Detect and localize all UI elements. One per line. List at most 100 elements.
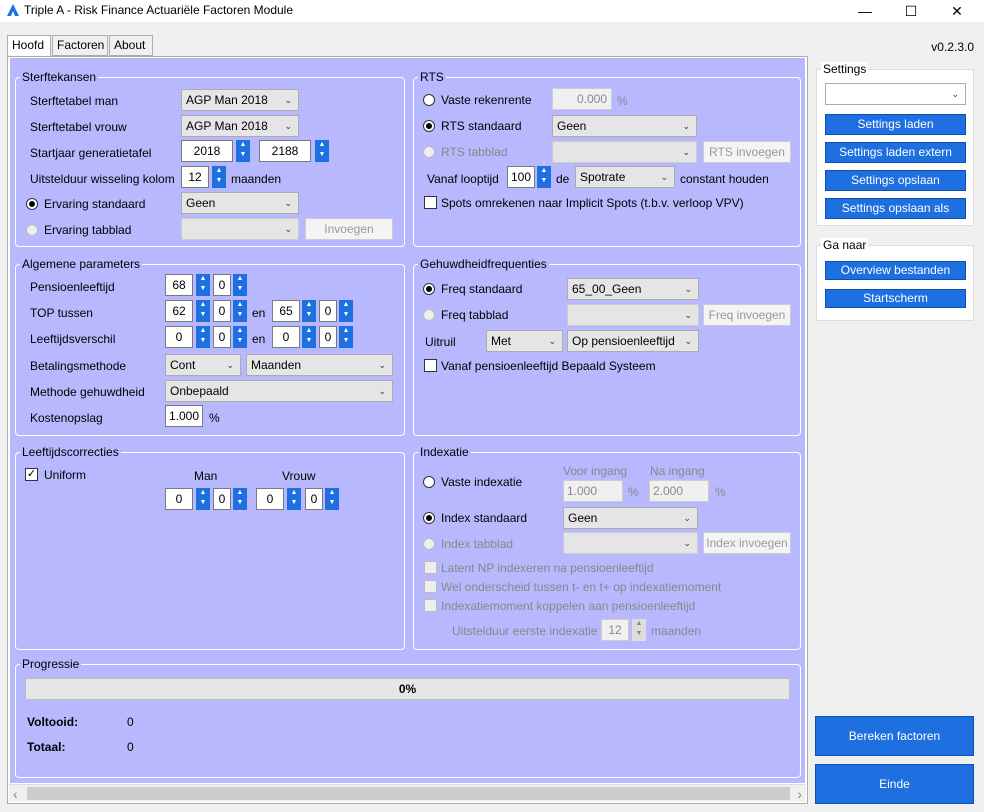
top-jaar2-input[interactable]: 65 <box>272 300 300 322</box>
uitruil-moment-select[interactable]: Op pensioenleeftijd ⌄ <box>567 330 699 352</box>
rts-standaard-select[interactable]: Geen ⌄ <box>552 115 697 137</box>
sterftetabel-man-select[interactable]: AGP Man 2018 ⌄ <box>181 89 299 111</box>
percent-label: % <box>617 94 628 108</box>
betalingsfrequentie-select[interactable]: Maanden ⌄ <box>246 354 393 376</box>
top-jaar1-spinner[interactable]: ▲ ▼ <box>196 300 210 322</box>
koppelen-checkbox[interactable] <box>424 599 437 612</box>
freq-invoegen-button[interactable]: Freq invoegen <box>703 304 791 326</box>
tab-factoren[interactable]: Factoren <box>52 35 108 56</box>
correctie-vrouw-maand-spinner[interactable]: ▲ ▼ <box>325 488 339 510</box>
verschil-jaar1-spinner[interactable]: ▲ ▼ <box>196 326 210 348</box>
tab-about[interactable]: About <box>109 35 153 56</box>
ervaring-standaard-radio[interactable] <box>26 198 38 210</box>
scroll-left-icon[interactable]: ‹ <box>13 786 18 802</box>
verschil-jaar2-input[interactable]: 0 <box>272 326 300 348</box>
close-button[interactable]: ✕ <box>934 0 980 22</box>
startjaar-from-input[interactable]: 2018 <box>181 140 233 162</box>
overview-bestanden-button[interactable]: Overview bestanden <box>825 261 966 280</box>
verschil-maand2-spinner[interactable]: ▲ ▼ <box>339 326 353 348</box>
settings-opslaan-als-button[interactable]: Settings opslaan als <box>825 198 966 219</box>
verschil-maand1-spinner[interactable]: ▲ ▼ <box>233 326 247 348</box>
rts-standaard-radio[interactable] <box>423 120 435 132</box>
top-maand1-spinner[interactable]: ▲ ▼ <box>233 300 247 322</box>
top-jaar2-spinner[interactable]: ▲ ▼ <box>302 300 316 322</box>
minimize-button[interactable]: — <box>842 0 888 22</box>
index-standaard-radio[interactable] <box>423 512 435 524</box>
vaste-rekenrente-radio[interactable] <box>423 94 435 106</box>
top-jaar1-input[interactable]: 62 <box>165 300 193 322</box>
uitstelduur-indexatie-input[interactable]: 12 <box>601 619 629 641</box>
chevron-down-icon: ⌄ <box>682 121 690 131</box>
uitruil-select[interactable]: Met ⌄ <box>486 330 563 352</box>
uniform-checkbox[interactable]: ✓ <box>25 468 38 481</box>
startjaar-to-input[interactable]: 2188 <box>259 140 311 162</box>
verschil-maand1-input[interactable]: 0 <box>213 326 231 348</box>
methode-gehuwdheid-select[interactable]: Onbepaald ⌄ <box>165 380 393 402</box>
top-maand2-spinner[interactable]: ▲ ▼ <box>339 300 353 322</box>
startjaar-to-spinner[interactable]: ▲ ▼ <box>315 140 329 162</box>
index-tabblad-radio[interactable] <box>423 538 435 550</box>
correctie-vrouw-jaar-spinner[interactable]: ▲ ▼ <box>287 488 301 510</box>
pensioenleeftijd-jaar-input[interactable]: 68 <box>165 274 193 296</box>
vaste-indexatie-radio[interactable] <box>423 476 435 488</box>
freq-tabblad-select[interactable]: ⌄ <box>567 304 699 326</box>
pensioenleeftijd-maand-input[interactable]: 0 <box>213 274 231 296</box>
vanaf-looptijd-spinner[interactable]: ▲ ▼ <box>537 166 551 188</box>
verschil-maand2-input[interactable]: 0 <box>319 326 337 348</box>
verschil-jaar2-spinner[interactable]: ▲ ▼ <box>302 326 316 348</box>
invoegen-button[interactable]: Invoegen <box>305 218 393 240</box>
settings-opslaan-button[interactable]: Settings opslaan <box>825 170 966 191</box>
rts-tabblad-select[interactable]: ⌄ <box>552 141 697 163</box>
horizontal-scrollbar[interactable]: ‹ › <box>9 784 806 802</box>
freq-tabblad-radio[interactable] <box>423 309 435 321</box>
freq-standaard-select[interactable]: 65_00_Geen ⌄ <box>567 278 699 300</box>
startjaar-from-spinner[interactable]: ▲ ▼ <box>236 140 250 162</box>
index-tabblad-select[interactable]: ⌄ <box>563 532 698 554</box>
betalingsmethode-select[interactable]: Cont ⌄ <box>165 354 241 376</box>
uitstelduur-spinner[interactable]: ▲ ▼ <box>212 166 226 188</box>
rts-invoegen-button[interactable]: RTS invoegen <box>703 141 791 163</box>
bereken-factoren-button[interactable]: Bereken factoren <box>815 716 974 756</box>
maximize-button[interactable]: ☐ <box>888 0 934 22</box>
freq-standaard-radio[interactable] <box>423 283 435 295</box>
ervaring-standaard-select[interactable]: Geen ⌄ <box>181 192 299 214</box>
spots-omrekenen-checkbox[interactable] <box>424 196 437 209</box>
top-maand2-input[interactable]: 0 <box>319 300 337 322</box>
correctie-vrouw-maand-input[interactable]: 0 <box>305 488 323 510</box>
tab-hoofd[interactable]: Hoofd <box>7 35 51 57</box>
correctie-man-jaar-spinner[interactable]: ▲ ▼ <box>196 488 210 510</box>
kostenopslag-input[interactable]: 1.000 <box>165 405 203 427</box>
startscherm-button[interactable]: Startscherm <box>825 289 966 308</box>
bepaald-systeem-checkbox[interactable] <box>424 359 437 372</box>
correctie-man-maand-input[interactable]: 0 <box>213 488 231 510</box>
scroll-thumb[interactable] <box>27 787 790 800</box>
correctie-vrouw-jaar-input[interactable]: 0 <box>256 488 284 510</box>
spotrate-select[interactable]: Spotrate ⌄ <box>575 166 675 188</box>
settings-laden-button[interactable]: Settings laden <box>825 114 966 135</box>
latent-np-checkbox[interactable] <box>424 561 437 574</box>
vanaf-looptijd-input[interactable]: 100 <box>507 166 535 188</box>
bepaald-systeem-label: Vanaf pensioenleeftijd Bepaald Systeem <box>441 359 656 373</box>
rts-tabblad-radio[interactable] <box>423 146 435 158</box>
ervaring-tabblad-select[interactable]: ⌄ <box>181 218 299 240</box>
settings-select[interactable]: ⌄ <box>825 83 966 105</box>
scroll-right-icon[interactable]: › <box>797 786 802 802</box>
onderscheid-checkbox[interactable] <box>424 580 437 593</box>
uitstelduur-indexatie-spinner[interactable]: ▲ ▼ <box>632 619 646 641</box>
index-invoegen-button[interactable]: Index invoegen <box>703 532 791 554</box>
ervaring-tabblad-radio[interactable] <box>26 224 38 236</box>
vaste-rekenrente-input[interactable]: 0.000 <box>552 88 612 110</box>
settings-laden-extern-button[interactable]: Settings laden extern <box>825 142 966 163</box>
na-ingang-input[interactable]: 2.000 <box>649 480 709 502</box>
verschil-jaar1-input[interactable]: 0 <box>165 326 193 348</box>
pensioenleeftijd-maand-spinner[interactable]: ▲ ▼ <box>233 274 247 296</box>
uitstelduur-input[interactable]: 12 <box>181 166 209 188</box>
voor-ingang-input[interactable]: 1.000 <box>563 480 623 502</box>
correctie-man-maand-spinner[interactable]: ▲ ▼ <box>233 488 247 510</box>
top-maand1-input[interactable]: 0 <box>213 300 231 322</box>
correctie-man-jaar-input[interactable]: 0 <box>165 488 193 510</box>
einde-button[interactable]: Einde <box>815 764 974 804</box>
sterftetabel-vrouw-select[interactable]: AGP Man 2018 ⌄ <box>181 115 299 137</box>
index-standaard-select[interactable]: Geen ⌄ <box>563 507 698 529</box>
pensioenleeftijd-jaar-spinner[interactable]: ▲ ▼ <box>196 274 210 296</box>
